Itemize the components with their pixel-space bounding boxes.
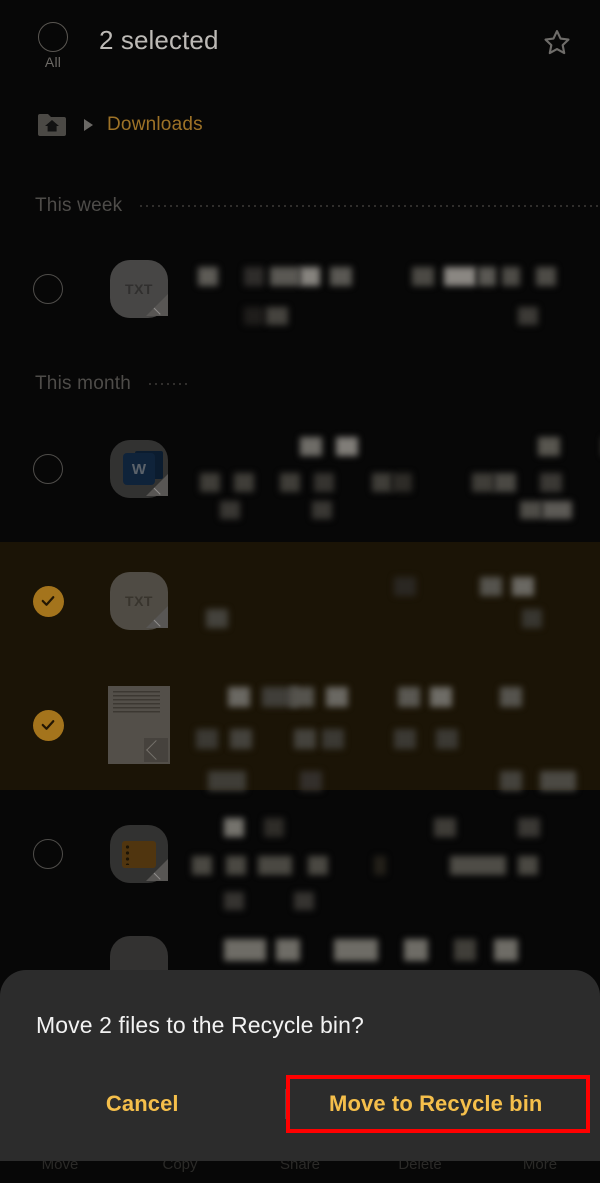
file-name-redacted — [182, 681, 600, 791]
file-name-redacted — [182, 810, 600, 910]
move-to-recycle-bin-button[interactable]: Move to Recycle bin — [285, 1073, 590, 1135]
dialog-actions: Cancel Move to Recycle bin — [0, 1073, 600, 1135]
select-all-label: All — [44, 54, 62, 70]
row-checkbox[interactable] — [0, 839, 96, 869]
folder-glyph — [122, 840, 156, 868]
move-to-recycle-bin-label: Move to Recycle bin — [329, 1091, 543, 1116]
file-row-5[interactable] — [0, 800, 600, 910]
selection-header: All 2 selected — [0, 0, 600, 92]
circle-unchecked-icon[interactable] — [33, 454, 63, 484]
document-thumbnail-icon — [96, 686, 182, 764]
section-header-this-month: This month — [0, 362, 600, 406]
circle-unchecked-icon[interactable] — [33, 839, 63, 869]
circle-checked-icon[interactable] — [32, 585, 64, 617]
row-checkbox[interactable] — [0, 709, 96, 741]
file-name-redacted — [182, 245, 600, 333]
folder-home-icon[interactable] — [36, 111, 68, 139]
word-document-icon: W — [96, 440, 182, 498]
circle-unchecked-icon[interactable] — [38, 22, 68, 52]
breadcrumb[interactable]: Downloads — [0, 104, 600, 146]
file-name-redacted — [182, 557, 600, 645]
file-row-2[interactable]: W — [0, 420, 600, 519]
star-outline-icon[interactable] — [540, 26, 574, 60]
file-name-redacted — [182, 425, 600, 519]
triangle-right-icon — [84, 119, 93, 131]
row-checkbox[interactable] — [0, 454, 96, 484]
row-checkbox[interactable] — [0, 274, 96, 304]
file-type-label: TXT — [125, 281, 153, 297]
thumbnail-text-lines — [113, 691, 160, 713]
shortcut-badge-icon — [144, 738, 168, 762]
section-label: This week — [35, 195, 123, 216]
circle-checked-icon[interactable] — [32, 709, 64, 741]
dialog-separator — [284, 1089, 286, 1119]
section-divider-dots — [138, 205, 600, 207]
archive-folder-icon — [96, 825, 182, 883]
dialog-title: Move 2 files to the Recycle bin? — [36, 1012, 364, 1038]
file-manager-screen: All 2 selected Downloads This week TXT T… — [0, 0, 600, 1183]
file-row-4[interactable] — [0, 660, 600, 791]
section-divider-dots — [146, 383, 191, 385]
confirm-delete-dialog: Move 2 files to the Recycle bin? Cancel … — [0, 970, 600, 1161]
cancel-button[interactable]: Cancel — [0, 1073, 285, 1135]
circle-unchecked-icon[interactable] — [33, 274, 63, 304]
txt-file-icon: TXT — [96, 260, 182, 318]
word-badge-label: W — [123, 453, 155, 485]
file-row-3[interactable]: TXT — [0, 542, 600, 660]
section-label: This month — [35, 373, 131, 394]
file-type-label: TXT — [125, 593, 153, 609]
breadcrumb-current[interactable]: Downloads — [107, 114, 203, 136]
select-all-button[interactable]: All — [33, 22, 73, 70]
row-checkbox[interactable] — [0, 585, 96, 617]
page-title: 2 selected — [99, 25, 219, 55]
txt-file-icon: TXT — [96, 572, 182, 630]
section-header-this-week: This week — [0, 184, 600, 228]
file-row-1[interactable]: TXT — [0, 240, 600, 338]
